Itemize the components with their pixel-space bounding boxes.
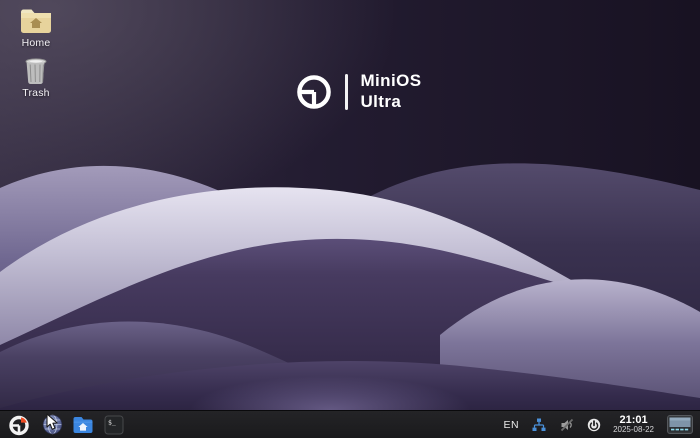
brand-line2: Ultra: [360, 91, 402, 111]
trash-icon: [25, 58, 47, 85]
brand-separator: [345, 73, 348, 110]
terminal-icon: $_: [104, 415, 124, 434]
desktop-icon-home[interactable]: Home: [8, 8, 64, 49]
folder-home-icon: [73, 416, 93, 433]
clock-date: 2025-08-22: [613, 425, 654, 435]
keyboard-layout-indicator[interactable]: EN: [503, 419, 519, 431]
svg-text:$_: $_: [108, 418, 116, 426]
minios-branding: MiniOS Ultra: [295, 71, 421, 112]
minios-logo-icon: [297, 74, 331, 109]
taskbar: $_ EN 21:01 2025-08-22: [0, 410, 700, 438]
network-icon[interactable]: [531, 417, 547, 433]
brand-line1: MiniOS: [360, 71, 422, 90]
system-tray: EN 21:01 2025-08-22: [503, 413, 694, 437]
power-icon[interactable]: [587, 418, 601, 432]
start-menu-button[interactable]: [7, 413, 31, 437]
clock[interactable]: 21:01 2025-08-22: [613, 414, 654, 435]
home-folder-icon: [21, 9, 51, 33]
minios-menu-icon: [9, 415, 29, 435]
show-desktop-icon: [667, 415, 693, 434]
wallpaper: [0, 0, 700, 438]
globe-icon: [42, 414, 62, 435]
volume-muted-icon[interactable]: [559, 417, 575, 433]
terminal-launcher[interactable]: $_: [102, 413, 126, 437]
desktop-icon-label: Trash: [22, 87, 50, 99]
browser-launcher[interactable]: [40, 413, 64, 437]
desktop: Home Trash MiniOS Ultra $_ EN 21:01 2025…: [0, 0, 700, 438]
desktop-icon-area: Home Trash: [8, 8, 64, 99]
desktop-icon-label: Home: [21, 37, 51, 49]
file-manager-launcher[interactable]: [71, 413, 95, 437]
show-desktop-button[interactable]: [666, 413, 694, 437]
desktop-icon-trash[interactable]: Trash: [8, 57, 64, 99]
